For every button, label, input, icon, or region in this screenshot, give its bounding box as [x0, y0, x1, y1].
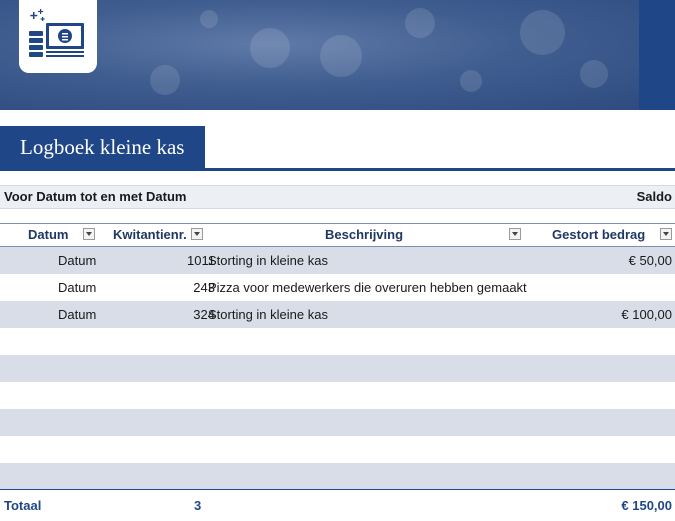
filter-dropdown-icon[interactable]	[191, 228, 203, 240]
table-row[interactable]	[0, 355, 675, 382]
balance-label: Saldo	[636, 189, 672, 204]
table-row[interactable]: Datum 243 Pizza voor medewerkers die overu…	[0, 274, 675, 301]
cell-deposit[interactable]: € 100,00	[621, 301, 672, 328]
cell-date[interactable]: Datum	[58, 301, 96, 328]
totals-row: Totaal 3 € 150,00	[0, 489, 675, 521]
bokeh-decoration	[580, 60, 608, 88]
bokeh-decoration	[460, 70, 482, 92]
header-banner	[0, 0, 675, 110]
cell-deposit[interactable]: € 50,00	[629, 247, 672, 274]
period-row: Voor Datum tot en met Datum Saldo	[0, 185, 675, 209]
table-row[interactable]	[0, 463, 675, 490]
bokeh-decoration	[250, 28, 290, 68]
table-row[interactable]: Datum 1011 Storting in kleine kas € 50,00	[0, 247, 675, 274]
total-count: 3	[194, 498, 202, 513]
cell-description[interactable]: Storting in kleine kas	[208, 301, 328, 328]
column-header-date[interactable]: Datum	[28, 224, 68, 246]
table-body: Datum 1011 Storting in kleine kas € 50,00 Da…	[0, 247, 675, 490]
title-rule	[0, 168, 675, 171]
cell-description[interactable]: Pizza voor medewerkers die overuren hebb…	[208, 274, 527, 301]
banner-stripe	[639, 0, 675, 110]
table-row[interactable]: Datum 324 Storting in kleine kas € 100,00	[0, 301, 675, 328]
cell-date[interactable]: Datum	[58, 274, 96, 301]
table-row[interactable]	[0, 409, 675, 436]
money-icon	[29, 9, 84, 57]
bokeh-decoration	[405, 8, 435, 38]
bokeh-decoration	[320, 35, 362, 77]
total-amount: € 150,00	[621, 498, 672, 513]
table-row[interactable]	[0, 436, 675, 463]
filter-dropdown-icon[interactable]	[509, 228, 521, 240]
filter-dropdown-icon[interactable]	[83, 228, 95, 240]
petty-cash-table: Datum Kwitantienr. Beschrijving Gestort …	[0, 223, 675, 490]
cell-description[interactable]: Storting in kleine kas	[208, 247, 328, 274]
table-header: Datum Kwitantienr. Beschrijving Gestort …	[0, 223, 675, 247]
column-header-deposit[interactable]: Gestort bedrag	[552, 224, 645, 246]
cell-date[interactable]: Datum	[58, 247, 96, 274]
page-title: Logboek kleine kas	[0, 126, 205, 169]
bokeh-decoration	[150, 65, 180, 95]
logo-box	[19, 0, 97, 73]
column-header-description[interactable]: Beschrijving	[325, 224, 403, 246]
bokeh-decoration	[520, 10, 565, 55]
bokeh-decoration	[200, 10, 218, 28]
table-row[interactable]	[0, 382, 675, 409]
period-label: Voor Datum tot en met Datum	[4, 189, 187, 204]
column-header-receipt[interactable]: Kwitantienr.	[113, 224, 187, 246]
total-label: Totaal	[4, 498, 42, 513]
filter-dropdown-icon[interactable]	[660, 228, 672, 240]
table-row[interactable]	[0, 328, 675, 355]
